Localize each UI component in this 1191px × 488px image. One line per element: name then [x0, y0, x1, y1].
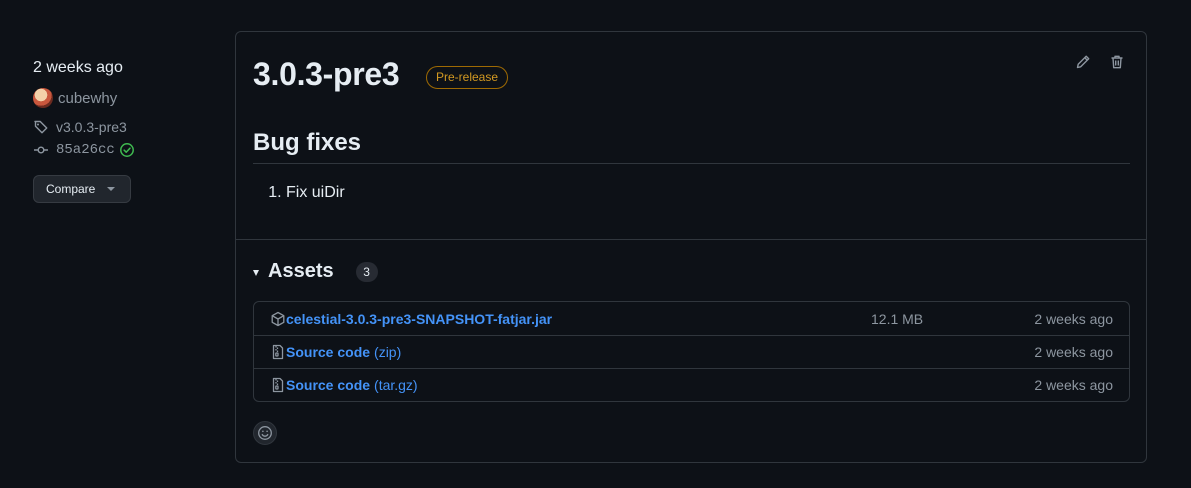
- release-time: 2 weeks ago: [33, 59, 123, 76]
- tag-link[interactable]: v3.0.3-pre3: [33, 116, 223, 138]
- release-sidebar: 2 weeks ago cubewhy v3.0.3-pre3 85a26cc: [33, 56, 223, 203]
- author-name: cubewhy: [58, 89, 118, 107]
- release-header: 3.0.3-pre3 Pre-release Bug fixes Fix uiD…: [236, 32, 1146, 240]
- check-circle-icon[interactable]: [119, 142, 135, 158]
- tag-icon: [33, 119, 49, 135]
- add-reaction-button[interactable]: [253, 421, 277, 445]
- source-code-targz-link[interactable]: Source code (tar.gz): [286, 377, 418, 393]
- assets-title: Assets: [268, 260, 334, 282]
- asset-date: 2 weeks ago: [1034, 377, 1113, 393]
- author-link[interactable]: cubewhy: [33, 87, 223, 109]
- asset-format: (zip): [374, 344, 402, 360]
- pencil-icon[interactable]: [1075, 54, 1091, 75]
- commit-link[interactable]: 85a26cc: [33, 139, 223, 161]
- file-zip-icon: [270, 377, 286, 393]
- asset-date: 2 weeks ago: [1034, 344, 1113, 360]
- commit-hash: 85a26cc: [56, 142, 115, 158]
- tag-label: v3.0.3-pre3: [56, 119, 127, 135]
- notes-heading: Bug fixes: [253, 129, 1130, 164]
- asset-date: 2 weeks ago: [1034, 310, 1113, 327]
- list-item: Fix uiDir: [286, 184, 345, 202]
- source-code-zip-link[interactable]: Source code (zip): [286, 344, 401, 360]
- package-icon: [270, 311, 286, 327]
- assets-toggle[interactable]: Assets 3: [253, 260, 378, 283]
- asset-name: Source code: [286, 377, 371, 393]
- compare-button[interactable]: Compare: [33, 175, 131, 203]
- list-item: celestial-3.0.3-pre3-SNAPSHOT-fatjar.jar…: [254, 302, 1129, 335]
- asset-name: Source code: [286, 344, 371, 360]
- release-card: 3.0.3-pre3 Pre-release Bug fixes Fix uiD…: [235, 31, 1147, 463]
- asset-size: 12.1 MB: [871, 310, 924, 327]
- release-notes-list: Fix uiDir: [253, 184, 345, 202]
- file-zip-icon: [270, 344, 286, 360]
- smiley-icon: [257, 425, 273, 441]
- asset-format: (tar.gz): [374, 377, 418, 393]
- asset-download-link[interactable]: celestial-3.0.3-pre3-SNAPSHOT-fatjar.jar: [286, 311, 552, 327]
- chevron-down-icon: [107, 187, 116, 191]
- avatar: [33, 88, 53, 108]
- release-title[interactable]: 3.0.3-pre3: [253, 56, 400, 93]
- assets-list: celestial-3.0.3-pre3-SNAPSHOT-fatjar.jar…: [253, 301, 1130, 402]
- triangle-down-icon: [253, 269, 259, 276]
- list-item: Source code (zip) 2 weeks ago: [254, 335, 1129, 368]
- assets-count-badge: 3: [355, 261, 378, 282]
- git-commit-icon: [33, 142, 49, 158]
- list-item: Source code (tar.gz) 2 weeks ago: [254, 368, 1129, 401]
- prerelease-badge: Pre-release: [426, 66, 509, 89]
- compare-label: Compare: [46, 182, 96, 196]
- trash-icon[interactable]: [1109, 54, 1125, 75]
